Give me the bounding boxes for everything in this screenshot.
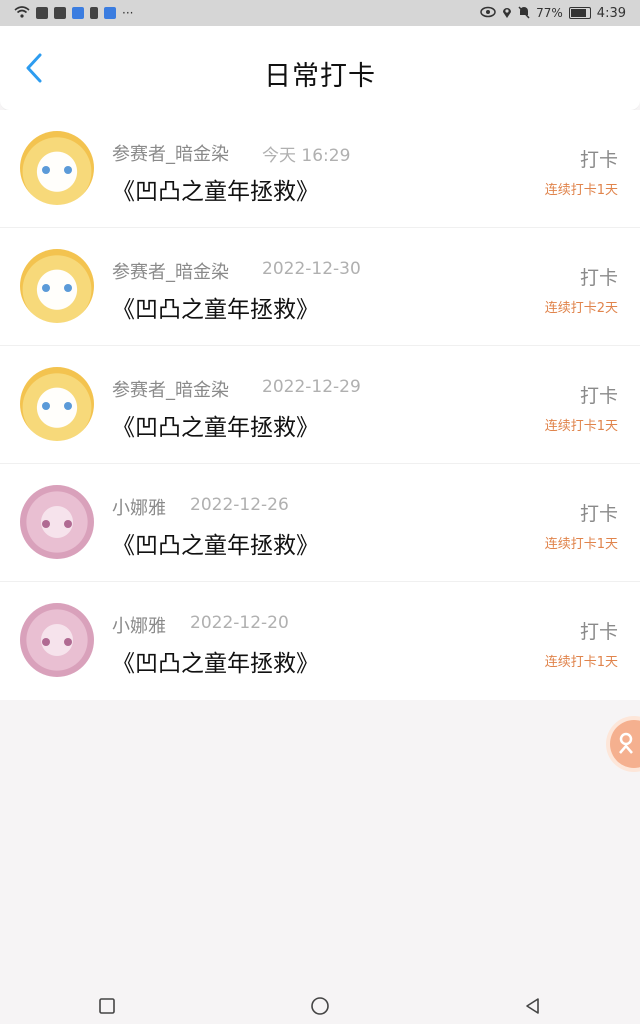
avatar[interactable] <box>20 367 94 441</box>
app-icon <box>90 7 98 19</box>
mute-icon <box>518 5 530 21</box>
streak-badge: 连续打卡1天 <box>544 183 618 198</box>
floating-action-button[interactable] <box>610 720 640 768</box>
checkin-date: 2022-12-20 <box>190 613 289 633</box>
avatar[interactable] <box>20 131 94 205</box>
streak-badge: 连续打卡1天 <box>544 419 618 434</box>
checkin-date: 今天 16:29 <box>262 146 351 166</box>
user-name[interactable]: 参赛者_暗金染 <box>112 258 229 284</box>
book-title[interactable]: 《凹凸之童年拯救》 <box>112 644 319 678</box>
checkin-list: 参赛者_暗金染 今天 16:29 《凹凸之童年拯救》 打卡 连续打卡1天 参赛者… <box>0 110 640 700</box>
streak-badge: 连续打卡1天 <box>544 537 618 552</box>
list-item[interactable]: 参赛者_暗金染 2022-12-30 《凹凸之童年拯救》 打卡 连续打卡2天 <box>0 228 640 346</box>
checkin-label: 打卡 <box>579 149 618 171</box>
more-notifications: ··· <box>122 6 134 20</box>
system-back-button[interactable] <box>509 991 557 1021</box>
checkin-label: 打卡 <box>579 503 618 525</box>
eye-icon <box>480 6 496 20</box>
avatar[interactable] <box>20 249 94 323</box>
list-item[interactable]: 小娜雅 2022-12-20 《凹凸之童年拯救》 打卡 连续打卡1天 <box>0 582 640 700</box>
avatar-eyes <box>42 402 72 410</box>
avatar-eyes <box>42 638 72 646</box>
avatar[interactable] <box>20 603 94 677</box>
list-item[interactable]: 小娜雅 2022-12-26 《凹凸之童年拯救》 打卡 连续打卡1天 <box>0 464 640 582</box>
clock: 4:39 <box>596 5 626 21</box>
page-title: 日常打卡 <box>264 61 376 92</box>
checkin-label: 打卡 <box>579 267 618 289</box>
home-button[interactable] <box>296 991 344 1021</box>
status-right: 77% 4:39 <box>480 5 626 21</box>
triangle-back-icon <box>526 998 540 1014</box>
location-icon <box>502 6 512 21</box>
avatar-eyes <box>42 520 72 528</box>
list-item[interactable]: 参赛者_暗金染 今天 16:29 《凹凸之童年拯救》 打卡 连续打卡1天 <box>0 110 640 228</box>
square-icon <box>98 998 115 1014</box>
checkin-date: 2022-12-30 <box>262 259 361 279</box>
checkin-label: 打卡 <box>579 385 618 407</box>
checkin-date: 2022-12-29 <box>262 377 361 397</box>
book-title[interactable]: 《凹凸之童年拯救》 <box>112 172 319 206</box>
checkin-date: 2022-12-26 <box>190 495 289 515</box>
app-icon <box>54 7 66 19</box>
user-name[interactable]: 参赛者_暗金染 <box>112 376 229 402</box>
avatar-eyes <box>42 284 72 292</box>
app-icon <box>36 7 48 19</box>
wifi-icon <box>14 6 30 20</box>
user-name[interactable]: 小娜雅 <box>112 612 166 638</box>
avatar[interactable] <box>20 485 94 559</box>
list-item[interactable]: 参赛者_暗金染 2022-12-29 《凹凸之童年拯救》 打卡 连续打卡1天 <box>0 346 640 464</box>
floating-app-icon <box>619 732 633 754</box>
avatar-eyes <box>42 166 72 174</box>
book-title[interactable]: 《凹凸之童年拯救》 <box>112 290 319 324</box>
status-bar: ··· 77% 4:39 <box>0 0 640 26</box>
status-left: ··· <box>14 6 133 20</box>
streak-badge: 连续打卡2天 <box>544 301 618 316</box>
recent-apps-button[interactable] <box>83 991 131 1021</box>
app-icon <box>72 7 84 19</box>
navigation-bar <box>0 988 640 1024</box>
user-name[interactable]: 参赛者_暗金染 <box>112 140 229 166</box>
header: 日常打卡 <box>0 26 640 111</box>
battery-icon <box>568 7 591 19</box>
streak-badge: 连续打卡1天 <box>544 655 618 670</box>
user-name[interactable]: 小娜雅 <box>112 494 166 520</box>
app-icon <box>104 7 116 19</box>
checkin-label: 打卡 <box>579 621 618 643</box>
battery-percent: 77% <box>536 6 563 20</box>
book-title[interactable]: 《凹凸之童年拯救》 <box>112 408 319 442</box>
circle-icon <box>311 997 329 1015</box>
book-title[interactable]: 《凹凸之童年拯救》 <box>112 526 319 560</box>
